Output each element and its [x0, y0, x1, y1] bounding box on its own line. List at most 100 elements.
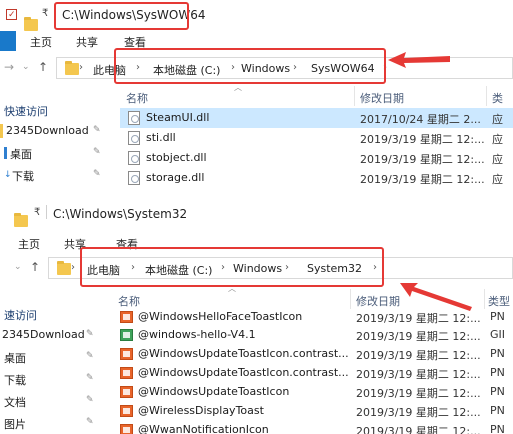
file-row[interactable]: @WindowsHelloFaceToastIcon 2019/3/19 星期二… — [112, 307, 513, 327]
folder-icon — [14, 213, 28, 227]
file-name: @WirelessDisplayToast — [138, 404, 264, 417]
sort-caret-icon: ︿ — [234, 83, 242, 92]
explorer-window-system32: ₹ C:\Windows\System32 主页 共享 查看 ⌄ ↑ › 此电脑… — [0, 199, 513, 434]
highlight-box-title — [54, 2, 189, 30]
png-image-icon — [120, 386, 133, 398]
file-modified-date: 2017/10/24 星期二 2... — [360, 113, 481, 126]
address-bar: ⌄ ↑ › 此电脑 › 本地磁盘 (C:) › Windows › System… — [0, 247, 513, 287]
file-type: PN — [490, 347, 505, 360]
file-name: @WindowsUpdateToastIcon — [138, 385, 290, 398]
nav-documents[interactable]: 文档 — [4, 394, 26, 410]
column-header-date[interactable]: 修改日期 — [360, 90, 404, 106]
pin-icon[interactable]: ✎ — [93, 125, 101, 135]
file-row[interactable]: @WindowsUpdateToastIcon 2019/3/19 星期二 12… — [112, 382, 513, 402]
file-row[interactable]: @WwanNotificationIcon 2019/3/19 星期二 12:.… — [112, 420, 513, 434]
recent-locations-chevron-icon[interactable]: ⌄ — [22, 62, 30, 72]
file-name: @windows-hello-V4.1 — [138, 328, 256, 341]
column-header-name[interactable]: 名称 — [126, 90, 148, 106]
tab-share[interactable]: 共享 — [76, 34, 98, 50]
file-type: PN — [490, 310, 505, 323]
navigation-pane: 快速访问 2345Download ✎ 桌面 ✎ ↓ 下载 ✎ — [0, 100, 115, 190]
nav-quick-access[interactable]: 快速访问 — [4, 103, 48, 119]
folder-icon — [65, 61, 79, 75]
nav-pictures[interactable]: 图片 — [4, 416, 26, 432]
file-modified-date: 2019/3/19 星期二 12:... — [356, 368, 481, 381]
file-name: @WindowsUpdateToastIcon.contrast... — [138, 366, 349, 379]
download-icon: ↓ — [4, 170, 12, 180]
file-modified-date: 2019/3/19 星期二 12:... — [356, 330, 481, 343]
tab-home[interactable]: 主页 — [30, 34, 52, 50]
png-image-icon — [120, 424, 133, 434]
file-row[interactable]: stobject.dll 2019/3/19 星期二 12:... 应 — [120, 148, 513, 168]
nav-desktop[interactable]: 桌面 — [10, 146, 32, 162]
forward-arrow-icon[interactable]: → — [4, 60, 14, 74]
quick-access-toolbar-dropdown-icon[interactable]: ₹ — [42, 8, 48, 19]
file-modified-date: 2019/3/19 星期二 12:... — [360, 173, 485, 186]
pin-icon[interactable]: ✎ — [93, 169, 101, 179]
png-image-icon — [120, 405, 133, 417]
folder-icon — [57, 261, 71, 275]
dll-file-icon — [128, 151, 140, 165]
file-modified-date: 2019/3/19 星期二 12:... — [356, 387, 481, 400]
nav-2345download[interactable]: 2345Download — [6, 124, 89, 137]
explorer-window-syswow64: ✓ ₹ C:\Windows\SysWOW64 主页 共享 查看 → ⌄ ↑ ›… — [0, 0, 513, 190]
file-type: 应 — [492, 133, 503, 146]
window-title: C:\Windows\System32 — [53, 207, 188, 221]
tab-home[interactable]: 主页 — [18, 236, 40, 252]
file-type: GII — [490, 328, 506, 341]
file-name: sti.dll — [146, 131, 176, 144]
folder-icon — [0, 124, 3, 138]
nav-downloads[interactable]: 下载 — [12, 168, 34, 184]
nav-2345download[interactable]: 2345Download — [2, 328, 85, 341]
file-type: PN — [490, 366, 505, 379]
nav-desktop[interactable]: 桌面 — [4, 350, 26, 366]
file-row[interactable]: @WindowsUpdateToastIcon.contrast... 2019… — [112, 344, 513, 364]
title-bar: ₹ C:\Windows\System32 — [0, 199, 513, 227]
png-image-icon — [120, 311, 133, 323]
pin-icon[interactable]: ✎ — [86, 417, 94, 427]
file-name: @WindowsHelloFaceToastIcon — [138, 310, 303, 323]
pin-icon[interactable]: ✎ — [86, 395, 94, 405]
file-row[interactable]: storage.dll 2019/3/19 星期二 12:... 应 — [120, 168, 513, 188]
file-menu-button[interactable] — [0, 31, 16, 51]
quick-access-toolbar-dropdown-icon[interactable]: ₹ — [34, 207, 40, 218]
file-modified-date: 2019/3/19 星期二 12:... — [356, 349, 481, 362]
column-divider — [354, 86, 355, 106]
file-name: SteamUI.dll — [146, 111, 210, 124]
nav-downloads[interactable]: 下载 — [4, 372, 26, 388]
file-row[interactable]: sti.dll 2019/3/19 星期二 12:... 应 — [120, 128, 513, 148]
highlight-box-address — [114, 48, 386, 84]
dll-file-icon — [128, 131, 140, 145]
column-header-type[interactable]: 类 — [492, 90, 503, 106]
up-arrow-icon[interactable]: ↑ — [30, 260, 40, 274]
png-image-icon — [120, 367, 133, 379]
column-divider — [486, 86, 487, 106]
column-divider — [484, 289, 485, 309]
file-type: PN — [490, 423, 505, 434]
file-row[interactable]: @windows-hello-V4.1 2019/3/19 星期二 12:...… — [112, 325, 513, 345]
red-arrow-icon — [388, 52, 450, 68]
file-row-selected[interactable]: SteamUI.dll 2017/10/24 星期二 2... 应 — [120, 108, 513, 128]
pin-icon[interactable]: ✎ — [93, 147, 101, 157]
file-modified-date: 2019/3/19 星期二 12:... — [356, 312, 481, 325]
title-bar: ✓ ₹ C:\Windows\SysWOW64 — [0, 0, 513, 31]
pin-icon[interactable]: ✎ — [86, 329, 94, 339]
pin-icon[interactable]: ✎ — [86, 373, 94, 383]
png-image-icon — [120, 348, 133, 360]
nav-quick-access[interactable]: 速访问 — [4, 307, 37, 323]
file-row[interactable]: @WindowsUpdateToastIcon.contrast... 2019… — [112, 363, 513, 383]
navigation-pane: 速访问 2345Download ✎ 桌面 ✎ 下载 ✎ 文档 ✎ 图片 ✎ — [0, 303, 110, 434]
file-type: PN — [490, 385, 505, 398]
file-name: @WindowsUpdateToastIcon.contrast... — [138, 347, 349, 360]
file-name: storage.dll — [146, 171, 205, 184]
recent-locations-chevron-icon[interactable]: ⌄ — [14, 262, 22, 272]
file-modified-date: 2019/3/19 星期二 12:... — [356, 425, 481, 434]
up-arrow-icon[interactable]: ↑ — [38, 60, 48, 74]
pin-icon[interactable]: ✎ — [86, 351, 94, 361]
breadcrumb-separator-icon: › — [71, 262, 75, 273]
desktop-icon — [4, 147, 7, 159]
file-modified-date: 2019/3/19 星期二 12:... — [356, 406, 481, 419]
file-name: @WwanNotificationIcon — [138, 423, 269, 434]
dll-file-icon — [128, 171, 140, 185]
file-row[interactable]: @WirelessDisplayToast 2019/3/19 星期二 12:.… — [112, 401, 513, 421]
